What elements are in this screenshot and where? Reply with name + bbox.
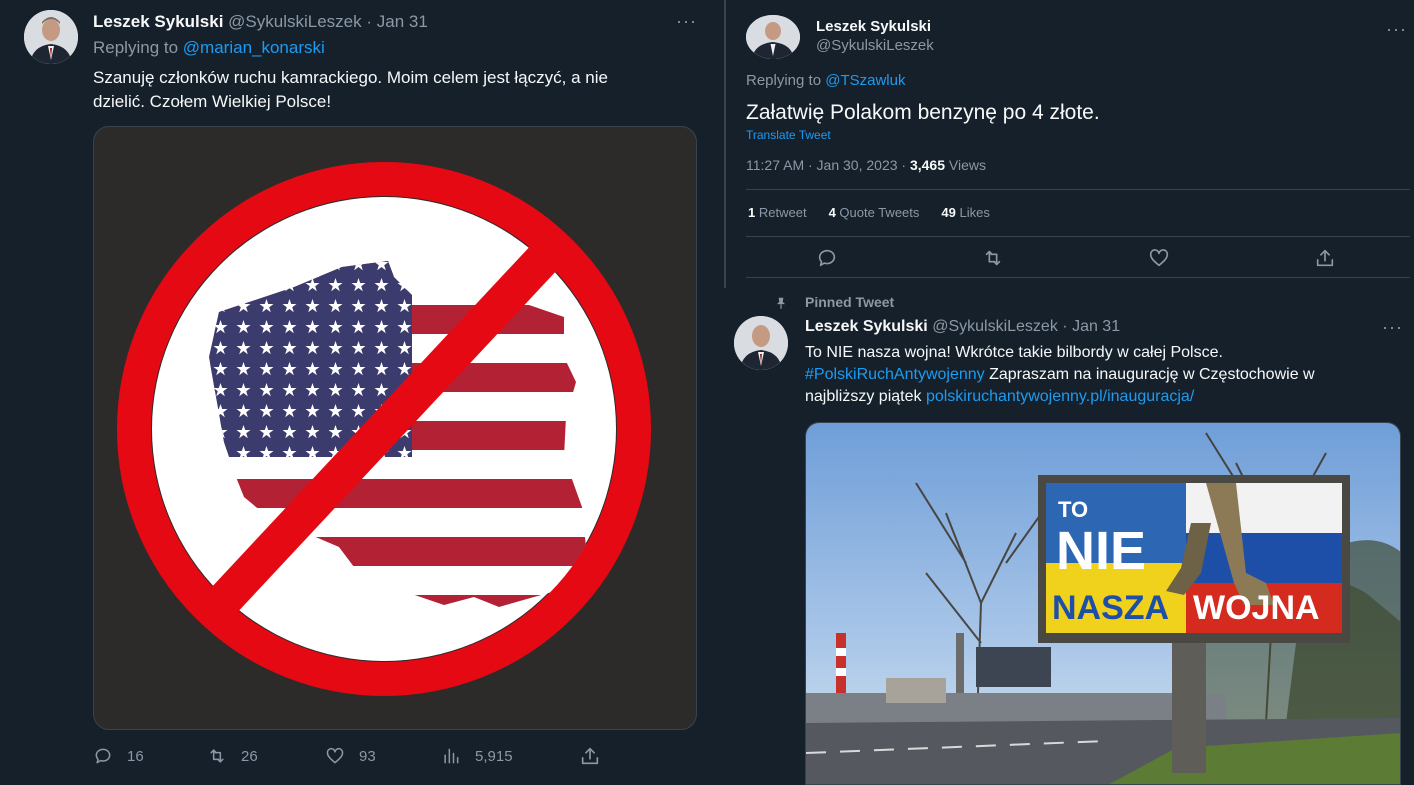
retweet-icon [985, 250, 1001, 266]
prohibition-sign-image [117, 162, 651, 696]
retweet-button[interactable]: 26 [207, 746, 258, 766]
author-avatar[interactable] [746, 15, 800, 59]
share-icon [1316, 249, 1334, 267]
like-count: 93 [359, 747, 376, 765]
heart-icon [326, 747, 344, 764]
retweet-icon [210, 749, 224, 763]
reply-button[interactable]: 16 [93, 746, 144, 766]
retweet-count: 26 [241, 747, 258, 765]
author-name[interactable]: Leszek Sykulski [805, 318, 928, 335]
likes-label: Likes [959, 205, 990, 220]
avatar-photo [746, 15, 800, 59]
more-options-icon[interactable]: ··· [1382, 318, 1403, 336]
tweet-text-line: dzielić. Czołem Wielkiej Polsce! [93, 92, 332, 111]
like-button[interactable]: 93 [325, 746, 376, 766]
author-handle[interactable]: @SykulskiLeszek [932, 318, 1058, 335]
more-options-icon[interactable]: ··· [1386, 20, 1407, 38]
reply-icon [95, 748, 111, 764]
tweet-text: Szanuję członków ruchu kamrackiego. Moim… [93, 66, 608, 114]
quotes-count: 4 [828, 205, 836, 220]
billboard-text-nasza: NASZA [1052, 589, 1169, 627]
tweet-text-line: Szanuję członków ruchu kamrackiego. Moim… [93, 68, 608, 87]
billboard-text-nie: NIE [1056, 521, 1146, 581]
pinned-label: Pinned Tweet [805, 294, 895, 310]
likes-count: 49 [941, 205, 956, 220]
replying-prefix: Replying to [93, 38, 179, 57]
billboard-text-wojna: WOJNA [1193, 589, 1320, 627]
retweets-stat[interactable]: 1 Retweet [748, 205, 807, 220]
author-avatar[interactable] [24, 10, 78, 64]
url-link[interactable]: polskiruchantywojenny.pl/inauguracja/ [926, 388, 1194, 405]
author-avatar[interactable] [734, 316, 788, 370]
pinned-tweet[interactable]: Pinned Tweet Leszek Sykulski @SykulskiLe… [716, 288, 1414, 785]
views-label: Views [948, 157, 986, 173]
retweets-count: 1 [748, 205, 756, 220]
views-count: 5,915 [475, 747, 513, 765]
tweet-text: To NIE nasza wojna! Wkrótce takie bilbor… [805, 342, 1315, 408]
left-tweet[interactable]: Leszek Sykulski @SykulskiLeszek · Jan 31… [0, 0, 724, 785]
billboard-text-to: TO [1058, 497, 1088, 522]
quote-tweets-stat[interactable]: 4 Quote Tweets [829, 205, 920, 220]
tweet-text: Załatwię Polakom benzynę po 4 złote. [746, 101, 1100, 124]
tweet-image[interactable] [93, 126, 697, 730]
share-icon [581, 747, 599, 765]
billboard-photo: TO NIE NASZA WOJNA [806, 423, 1400, 784]
author-name[interactable]: Leszek Sykulski [93, 12, 223, 31]
date-separator: · [1062, 318, 1068, 335]
replying-to-link[interactable]: @marian_konarski [183, 38, 325, 57]
replying-prefix: Replying to [746, 72, 822, 89]
views-button[interactable]: 5,915 [441, 746, 513, 766]
divider [746, 189, 1410, 190]
likes-stat[interactable]: 49 Likes [941, 205, 989, 220]
author-handle[interactable]: @SykulskiLeszek [228, 12, 361, 31]
author-handle[interactable]: @SykulskiLeszek [816, 37, 934, 54]
divider [746, 277, 1410, 278]
heart-icon [1149, 249, 1169, 267]
hashtag-link[interactable]: #PolskiRuchAntywojenny [805, 366, 985, 383]
share-button[interactable] [579, 745, 601, 767]
tweet-timestamp[interactable]: 11:27 AM · Jan 30, 2023 · [746, 157, 906, 173]
tweet-date[interactable]: Jan 31 [377, 12, 428, 31]
avatar-photo [734, 316, 788, 370]
retweet-button[interactable] [982, 247, 1004, 269]
pin-icon [776, 297, 786, 309]
more-options-icon[interactable]: ··· [676, 12, 697, 30]
tweet-image[interactable]: TO NIE NASZA WOJNA [805, 422, 1401, 785]
views-count: 3,465 [909, 157, 946, 173]
retweets-label: Retweet [758, 205, 807, 220]
tweet-date[interactable]: Jan 31 [1072, 318, 1120, 335]
tweet-text-line: To NIE nasza wojna! Wkrótce takie bilbor… [805, 344, 1223, 361]
reply-count: 16 [127, 747, 144, 765]
date-separator: · [366, 12, 373, 31]
quotes-label: Quote Tweets [839, 205, 920, 220]
divider [746, 236, 1410, 237]
expanded-tweet[interactable]: Leszek Sykulski @SykulskiLeszek ··· Repl… [726, 0, 1414, 285]
views-icon [444, 748, 459, 764]
author-name[interactable]: Leszek Sykulski [816, 18, 931, 35]
translate-tweet-link[interactable]: Translate Tweet [746, 128, 831, 142]
share-button[interactable] [1314, 247, 1336, 269]
reply-icon [818, 249, 836, 267]
like-button[interactable] [1148, 247, 1170, 269]
replying-to-link[interactable]: @TSzawluk [825, 72, 905, 89]
tweet-text-segment: najbliższy piątek [805, 388, 926, 405]
reply-button[interactable] [816, 247, 838, 269]
avatar-photo [24, 10, 78, 64]
tweet-text-segment: Zapraszam na inaugurację w Częstochowie … [984, 366, 1315, 383]
